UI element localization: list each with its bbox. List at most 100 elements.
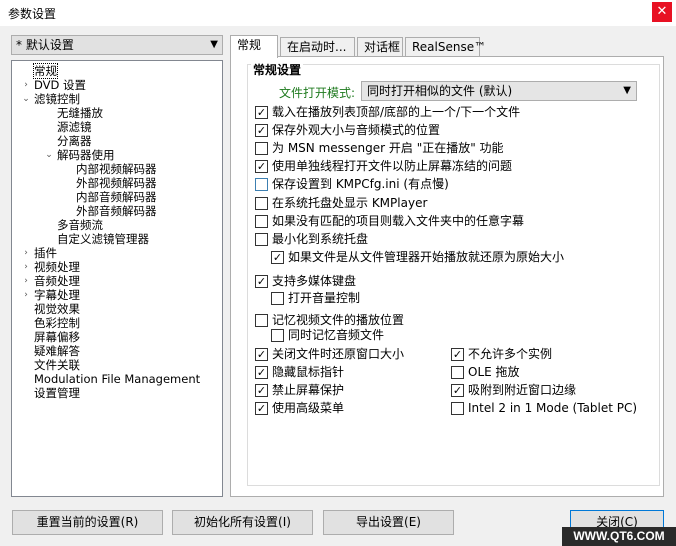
option-label: 载入在播放列表顶部/底部的上一个/下一个文件	[272, 105, 521, 119]
tree-item-label: 外部视频解码器	[76, 176, 157, 190]
checkbox-checked-icon[interactable]	[255, 384, 268, 397]
checkbox-unchecked-icon[interactable]	[255, 233, 268, 246]
collapse-icon[interactable]: ⌄	[21, 92, 31, 106]
option-label: 为 MSN messenger 开启 "正在播放" 功能	[272, 141, 504, 155]
checkbox-checked-icon[interactable]	[255, 160, 268, 173]
open-mode-select[interactable]: 同时打开相似的文件 (默认) ▼	[361, 81, 637, 101]
option-label: 使用高级菜单	[272, 401, 345, 415]
collapse-icon[interactable]: ⌄	[44, 148, 54, 162]
checkbox-checked-icon[interactable]	[451, 348, 464, 361]
expand-icon[interactable]: ›	[21, 274, 31, 288]
checkbox-unchecked-icon[interactable]	[451, 402, 464, 415]
tree-item-label: 设置管理	[34, 386, 80, 400]
expand-icon[interactable]: ›	[21, 78, 31, 92]
checkbox-unchecked-icon[interactable]	[271, 292, 284, 305]
tree-item-label: 疑难解答	[34, 344, 80, 358]
tree-item[interactable]: › 字幕处理	[24, 288, 80, 302]
option-label: 隐藏鼠标指针	[272, 365, 345, 379]
tree-item[interactable]: 色彩控制	[34, 316, 80, 330]
option-label: 如果没有匹配的项目则载入文件夹中的任意字幕	[272, 214, 525, 228]
checkbox-checked-icon[interactable]	[255, 366, 268, 379]
tree-item[interactable]: › 音频处理	[24, 274, 80, 288]
tree-item[interactable]: 内部音频解码器	[76, 190, 157, 204]
tree-item[interactable]: 多音频流	[57, 218, 103, 232]
preset-select[interactable]: * 默认设置 ▼	[11, 35, 223, 55]
checkbox-unchecked-icon[interactable]	[255, 215, 268, 228]
tree-item[interactable]: ⌄ 滤镜控制	[22, 92, 80, 106]
checkbox-checked-icon[interactable]	[271, 251, 284, 264]
checkbox-unchecked-icon[interactable]	[255, 142, 268, 155]
tree-item[interactable]: ⌄ 解码器使用	[45, 148, 115, 162]
tab-1[interactable]: 在启动时...	[280, 37, 355, 57]
tree-item[interactable]: › DVD 设置	[24, 78, 86, 92]
checkbox-checked-icon[interactable]	[255, 106, 268, 119]
title-bar: 参数设置 ✕	[0, 0, 676, 26]
tree-item-label: 分离器	[57, 134, 92, 148]
tree-item-label: 外部音频解码器	[76, 204, 157, 218]
tree-item[interactable]: 自定义滤镜管理器	[57, 232, 149, 246]
checkbox-checked-icon[interactable]	[255, 348, 268, 361]
tree-item-label: 解码器使用	[57, 148, 115, 162]
tree-item[interactable]: 外部视频解码器	[76, 176, 157, 190]
general-settings-panel: 常规设置 文件打开模式: 同时打开相似的文件 (默认) ▼ 载入在播放列表顶部/…	[230, 56, 664, 497]
checkbox-checked-icon[interactable]	[255, 275, 268, 288]
option-label: 吸附到附近窗口边缘	[468, 383, 577, 397]
checkbox-checked-icon[interactable]	[255, 124, 268, 137]
expand-icon[interactable]: ›	[21, 260, 31, 274]
checkbox-unchecked-icon[interactable]	[271, 329, 284, 342]
tree-item[interactable]: 分离器	[57, 134, 92, 148]
tab-0[interactable]: 常规	[230, 35, 278, 58]
tree-item-label: 无缝播放	[57, 106, 103, 120]
window-title: 参数设置	[8, 7, 57, 21]
option-label: 如果文件是从文件管理器开始播放就还原为原始大小	[288, 250, 565, 264]
tree-item-label: Modulation File Management	[34, 372, 201, 386]
tree-item[interactable]: 设置管理	[34, 386, 80, 400]
tree-item[interactable]: 常规	[33, 63, 58, 79]
tree-item[interactable]: 文件关联	[34, 358, 80, 372]
tree-item[interactable]: Modulation File Management	[34, 372, 200, 386]
tree-item-label: 文件关联	[34, 358, 80, 372]
option-label: 保存外观大小与音频模式的位置	[272, 123, 441, 137]
reset-current-button[interactable]: 重置当前的设置(R)	[12, 510, 163, 535]
tree-item[interactable]: 屏幕偏移	[34, 330, 80, 344]
tab-3[interactable]: RealSense™	[405, 37, 486, 57]
option-label: 关闭文件时还原窗口大小	[272, 347, 405, 361]
checkbox-unchecked-icon[interactable]	[451, 366, 464, 379]
tree-item[interactable]: 外部音频解码器	[76, 204, 157, 218]
option-label: 保存设置到 KMPCfg.ini (有点慢)	[272, 177, 449, 191]
close-window-button[interactable]: ✕	[652, 2, 672, 22]
expand-icon[interactable]: ›	[21, 288, 31, 302]
tree-item[interactable]: › 视频处理	[24, 260, 80, 274]
tree-item[interactable]: 无缝播放	[57, 106, 103, 120]
tree-item[interactable]: 内部视频解码器	[76, 162, 157, 176]
tree-item[interactable]: › 插件	[24, 246, 57, 260]
tree-item-label: 屏幕偏移	[34, 330, 80, 344]
option-label: 同时记忆音频文件	[288, 328, 385, 342]
checkbox-checked-icon[interactable]	[451, 384, 464, 397]
tree-item[interactable]: 源滤镜	[57, 120, 92, 134]
open-mode-value: 同时打开相似的文件 (默认)	[367, 84, 513, 98]
option-label: 支持多媒体键盘	[272, 274, 357, 288]
checkbox-unchecked-icon[interactable]	[255, 314, 268, 327]
option-label: 不允许多个实例	[468, 347, 553, 361]
tree-item-label: 自定义滤镜管理器	[57, 232, 149, 246]
tree-item-label: 色彩控制	[34, 316, 80, 330]
tree-item-label: 音频处理	[34, 274, 80, 288]
export-settings-button[interactable]: 导出设置(E)	[323, 510, 454, 535]
init-all-button[interactable]: 初始化所有设置(I)	[172, 510, 313, 535]
checkbox-unchecked-icon[interactable]	[255, 178, 268, 191]
checkbox-checked-icon[interactable]	[255, 402, 268, 415]
tab-2[interactable]: 对话框	[357, 37, 403, 57]
tree-item-label: 字幕处理	[34, 288, 80, 302]
tree-item[interactable]: 疑难解答	[34, 344, 80, 358]
watermark: WWW.QT6.COM	[562, 527, 676, 546]
tree-item-label: 多音频流	[57, 218, 103, 232]
checkbox-unchecked-icon[interactable]	[255, 197, 268, 210]
settings-tree[interactable]: 常规 › DVD 设置 ⌄ 滤镜控制 无缝播放 源滤镜 分离器 ⌄ 解码器使用 内部视频解码器 外部视…	[11, 60, 223, 497]
tree-item-label: 常规	[33, 63, 58, 79]
option-label: 在系统托盘处显示 KMPlayer	[272, 196, 428, 210]
tree-item[interactable]: 视觉效果	[34, 302, 80, 316]
expand-icon[interactable]: ›	[21, 246, 31, 260]
tree-item-label: 内部视频解码器	[76, 162, 157, 176]
tree-item-label: 滤镜控制	[34, 92, 80, 106]
